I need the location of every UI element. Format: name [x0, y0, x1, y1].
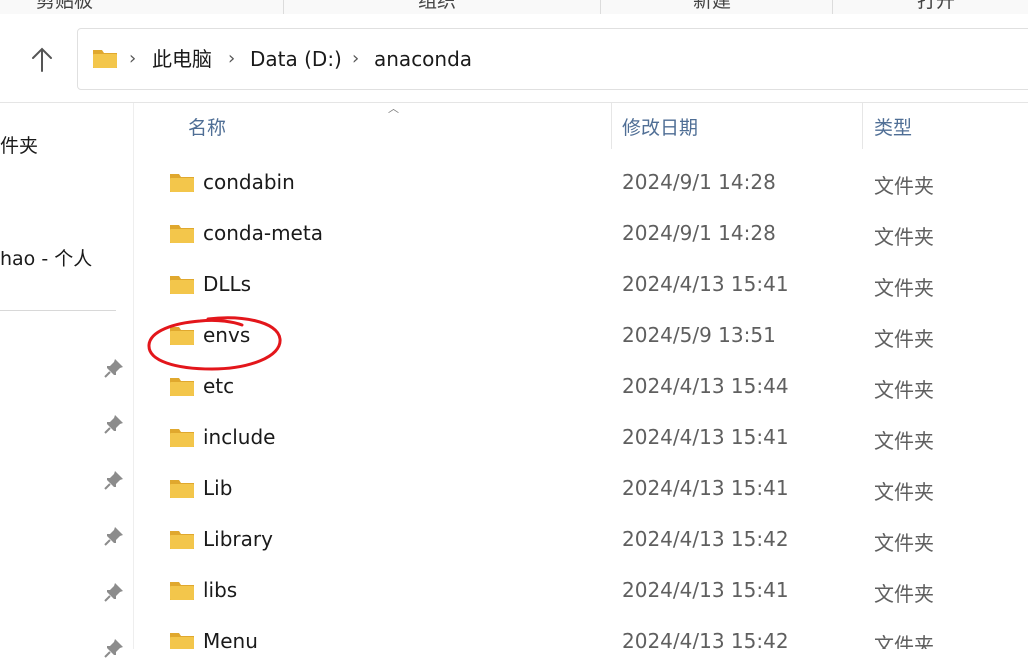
file-name: Library [203, 527, 273, 551]
file-type: 文件夹 [874, 531, 934, 555]
annotation-circle [147, 316, 282, 371]
folder-icon [170, 174, 194, 192]
file-modified: 2024/4/13 15:41 [622, 476, 789, 500]
file-row-envs[interactable]: envs 2024/5/9 13:51 文件夹 [160, 311, 1028, 361]
file-row-library[interactable]: Library 2024/4/13 15:42 文件夹 [160, 515, 1028, 565]
pin-icon[interactable] [104, 358, 124, 378]
file-type: 文件夹 [874, 327, 934, 351]
file-modified: 2024/4/13 15:44 [622, 374, 789, 398]
file-name: libs [203, 578, 238, 602]
ribbon-group-new: 新建 [693, 0, 732, 12]
pin-icon[interactable] [104, 526, 124, 546]
file-type: 文件夹 [874, 633, 934, 649]
file-modified: 2024/4/13 15:41 [622, 272, 789, 296]
chevron-right-icon[interactable]: › [129, 47, 136, 71]
navigation-pane: 件夹 hao - 个人 [0, 103, 134, 658]
file-row-lib[interactable]: Lib 2024/4/13 15:41 文件夹 [160, 464, 1028, 514]
column-header-modified[interactable]: 修改日期 [622, 113, 698, 140]
file-modified: 2024/4/13 15:41 [622, 578, 789, 602]
file-modified: 2024/9/1 14:28 [622, 221, 776, 245]
ribbon-group-organize: 组织 [418, 0, 457, 12]
ribbon-group-open: 打开 [917, 0, 956, 12]
file-modified: 2024/4/13 15:41 [622, 425, 789, 449]
breadcrumb-anaconda[interactable]: anaconda [374, 47, 472, 71]
breadcrumb-this-pc[interactable]: 此电脑 [152, 47, 212, 71]
file-modified: 2024/4/13 15:42 [622, 527, 789, 551]
pin-icon[interactable] [104, 638, 124, 658]
file-type: 文件夹 [874, 480, 934, 504]
file-modified: 2024/4/13 15:42 [622, 629, 789, 649]
ribbon: 剪贴板 组织 新建 打开 [0, 0, 1028, 14]
folder-icon [170, 378, 194, 396]
folder-icon [170, 225, 194, 243]
file-name: conda-meta [203, 221, 323, 245]
ribbon-group-clipboard: 剪贴板 [36, 0, 94, 12]
file-type: 文件夹 [874, 582, 934, 606]
file-row-libs[interactable]: libs 2024/4/13 15:41 文件夹 [160, 566, 1028, 616]
file-type: 文件夹 [874, 378, 934, 402]
file-row-dlls[interactable]: DLLs 2024/4/13 15:41 文件夹 [160, 260, 1028, 310]
file-row-conda-meta[interactable]: conda-meta 2024/9/1 14:28 文件夹 [160, 209, 1028, 259]
file-row-condabin[interactable]: condabin 2024/9/1 14:28 文件夹 [160, 158, 1028, 208]
address-bar[interactable]: › 此电脑 › Data (D:) › anaconda [77, 28, 1028, 90]
file-name: include [203, 425, 276, 449]
ribbon-separator [283, 0, 284, 14]
ribbon-separator [832, 0, 833, 14]
file-type: 文件夹 [874, 429, 934, 453]
navigation-bar: › 此电脑 › Data (D:) › anaconda [0, 14, 1028, 103]
nav-divider [0, 310, 116, 311]
breadcrumb-data-drive[interactable]: Data (D:) [250, 47, 342, 71]
folder-icon [170, 276, 194, 294]
file-type: 文件夹 [874, 174, 934, 198]
folder-icon [170, 633, 194, 649]
file-name: DLLs [203, 272, 252, 296]
sort-up-icon: ︿ [388, 102, 399, 115]
file-name: condabin [203, 170, 295, 194]
pin-icon[interactable] [104, 414, 124, 434]
ribbon-separator [600, 0, 601, 14]
up-button[interactable] [26, 44, 58, 76]
file-row-etc[interactable]: etc 2024/4/13 15:44 文件夹 [160, 362, 1028, 412]
up-arrow-icon [32, 47, 52, 72]
chevron-right-icon[interactable]: › [352, 47, 359, 71]
nav-item-onedrive-personal[interactable]: hao - 个人 [0, 244, 92, 271]
file-name: etc [203, 374, 235, 398]
nav-item-folders[interactable]: 件夹 [0, 131, 38, 158]
folder-icon [170, 582, 194, 600]
chevron-right-icon[interactable]: › [228, 47, 235, 71]
column-header-type[interactable]: 类型 [874, 113, 912, 140]
column-header-name[interactable]: 名称 [188, 113, 226, 140]
file-row-include[interactable]: include 2024/4/13 15:41 文件夹 [160, 413, 1028, 463]
folder-icon [170, 480, 194, 498]
file-modified: 2024/9/1 14:28 [622, 170, 776, 194]
file-row-menu[interactable]: Menu 2024/4/13 15:42 文件夹 [160, 617, 1028, 649]
file-type: 文件夹 [874, 276, 934, 300]
column-separator[interactable] [862, 103, 863, 149]
file-name: Menu [203, 629, 258, 649]
pin-icon[interactable] [104, 582, 124, 602]
file-modified: 2024/5/9 13:51 [622, 323, 776, 347]
file-type: 文件夹 [874, 225, 934, 249]
column-separator[interactable] [611, 103, 612, 149]
pin-icon[interactable] [104, 470, 124, 490]
folder-icon [170, 531, 194, 549]
folder-icon [170, 429, 194, 447]
folder-icon [93, 50, 117, 68]
file-name: Lib [203, 476, 233, 500]
